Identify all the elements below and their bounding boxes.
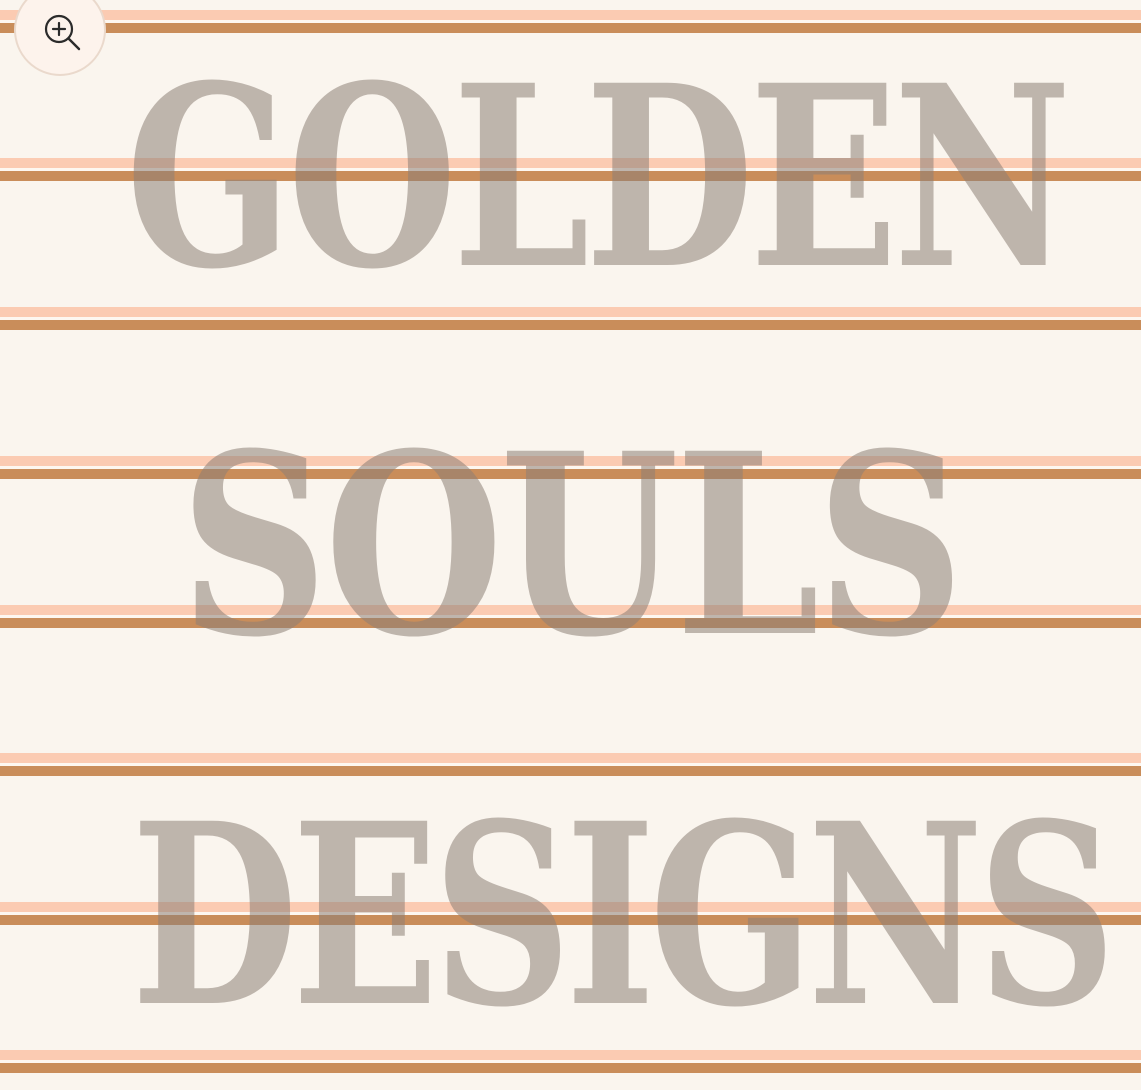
product-image: GOLDEN SOULS DESIGNS bbox=[0, 0, 1141, 1090]
zoom-in-icon bbox=[44, 14, 81, 51]
watermark-line-3: DESIGNS bbox=[131, 768, 1116, 1062]
watermark-line-1: GOLDEN bbox=[125, 30, 1072, 324]
watermark-line-2: SOULS bbox=[179, 398, 964, 692]
zoom-button[interactable] bbox=[14, 0, 106, 76]
